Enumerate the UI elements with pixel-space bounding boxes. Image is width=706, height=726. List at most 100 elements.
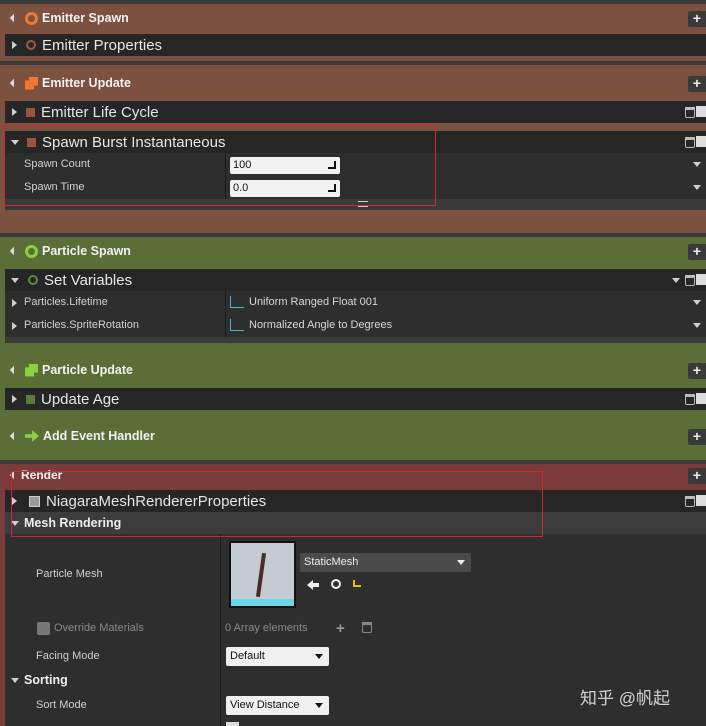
curve-icon <box>230 296 244 308</box>
checkbox[interactable] <box>696 136 706 147</box>
sprite-rotation-label: Particles.SpriteRotation <box>24 319 139 331</box>
add-event-handler-header[interactable]: Add Event Handler + <box>0 424 706 448</box>
sort-mode-value: View Distance <box>230 699 300 711</box>
particle-spawn-title: Particle Spawn <box>42 244 131 258</box>
particle-update-title: Particle Update <box>42 363 134 377</box>
collapse-triangle-icon[interactable] <box>9 365 19 375</box>
chevron-down-icon <box>457 560 465 565</box>
column-divider <box>225 291 226 314</box>
add-event-handler-title: Add Event Handler <box>43 429 155 443</box>
module-arrow-icon <box>26 394 35 404</box>
set-variables-row[interactable]: Set Variables <box>5 269 706 291</box>
mesh-floor <box>231 599 294 606</box>
emitter-update-icon <box>25 76 38 90</box>
emitter-spawn-icon <box>25 11 38 25</box>
empty-array-icon[interactable] <box>362 622 372 633</box>
override-checkbox[interactable] <box>37 622 50 635</box>
static-mesh-dropdown[interactable]: StaticMesh <box>300 553 471 572</box>
collapse-triangle-icon[interactable] <box>9 78 19 88</box>
watermark: 知乎 @帆起 <box>580 689 670 708</box>
delete-icon[interactable] <box>685 107 695 118</box>
emitter-update-header[interactable]: Emitter Update + <box>0 71 706 95</box>
event-arrow-icon <box>25 430 39 442</box>
delete-icon[interactable] <box>685 275 695 286</box>
module-icon <box>28 275 38 285</box>
update-age-label: Update Age <box>41 390 120 408</box>
dropdown-arrow-icon[interactable] <box>693 185 701 190</box>
module-icon <box>26 40 36 50</box>
column-divider <box>225 314 226 337</box>
sorting-label: Sorting <box>24 673 68 687</box>
override-materials-label: Override Materials <box>54 622 144 634</box>
delete-icon[interactable] <box>685 137 695 148</box>
expand-arrow-icon[interactable] <box>12 395 17 403</box>
emitter-update-title: Emitter Update <box>42 76 131 90</box>
highlight-box <box>4 124 436 206</box>
sort-mode-dropdown[interactable]: View Distance <box>226 696 329 715</box>
update-age-row[interactable]: Update Age <box>5 388 706 410</box>
lifetime-row: Particles.Lifetime Uniform Ranged Float … <box>5 291 706 314</box>
emitter-life-cycle-label: Emitter Life Cycle <box>41 103 159 121</box>
dropdown-arrow-icon[interactable] <box>693 300 701 305</box>
chevron-down-icon <box>315 703 323 708</box>
emitter-spawn-header[interactable]: Emitter Spawn + <box>0 6 706 30</box>
particle-spawn-icon <box>25 244 38 258</box>
checkbox[interactable] <box>696 393 706 404</box>
checkbox[interactable] <box>696 495 706 506</box>
particle-update-header[interactable]: Particle Update + <box>0 358 706 382</box>
column-divider <box>220 534 221 726</box>
array-elements-text: 0 Array elements <box>225 622 308 634</box>
particle-update-icon <box>25 363 38 377</box>
add-module-button[interactable]: + <box>688 11 706 27</box>
add-module-button[interactable]: + <box>688 363 706 379</box>
delete-icon[interactable] <box>685 394 695 405</box>
checkbox[interactable] <box>696 274 706 285</box>
sort-mode-label: Sort Mode <box>36 699 87 711</box>
expand-arrow-icon[interactable] <box>12 41 17 49</box>
dropdown-arrow-icon[interactable] <box>693 323 701 328</box>
particle-spawn-header[interactable]: Particle Spawn + <box>0 239 706 263</box>
sorting-category[interactable]: Sorting <box>5 670 220 692</box>
collapse-triangle-icon[interactable] <box>9 246 19 256</box>
facing-mode-dropdown[interactable]: Default <box>226 647 329 666</box>
emitter-properties-row[interactable]: Emitter Properties <box>5 34 706 56</box>
mesh-preview-icon <box>255 552 267 598</box>
collapse-triangle-icon[interactable] <box>9 13 19 23</box>
emitter-spawn-title: Emitter Spawn <box>42 11 129 25</box>
static-mesh-value: StaticMesh <box>304 556 359 568</box>
facing-mode-label: Facing Mode <box>36 650 100 662</box>
set-variables-label: Set Variables <box>44 271 133 289</box>
add-renderer-button[interactable]: + <box>688 468 706 484</box>
mesh-thumbnail[interactable] <box>229 541 296 608</box>
add-module-button[interactable]: + <box>688 244 706 260</box>
expand-arrow-icon[interactable] <box>12 322 17 330</box>
dropdown-arrow-icon[interactable] <box>672 278 680 283</box>
chevron-down-icon <box>315 654 323 659</box>
lifetime-label: Particles.Lifetime <box>24 296 108 308</box>
facing-mode-value: Default <box>230 650 265 662</box>
particle-mesh-label: Particle Mesh <box>36 568 103 580</box>
expand-arrow-icon[interactable] <box>12 108 17 116</box>
browse-search-icon[interactable] <box>331 579 341 589</box>
reset-icon[interactable] <box>353 580 361 587</box>
sprite-rotation-value[interactable]: Normalized Angle to Degrees <box>249 319 392 331</box>
add-element-icon[interactable]: + <box>336 620 345 637</box>
delete-icon[interactable] <box>685 496 695 507</box>
checkbox[interactable] <box>696 106 706 117</box>
emitter-properties-label: Emitter Properties <box>42 36 163 54</box>
next-checkbox[interactable] <box>226 722 239 726</box>
add-module-button[interactable]: + <box>688 76 706 92</box>
lifetime-value[interactable]: Uniform Ranged Float 001 <box>249 296 378 308</box>
add-event-button[interactable]: + <box>688 429 706 445</box>
collapse-arrow-icon[interactable] <box>11 277 19 283</box>
emitter-life-cycle-row[interactable]: Emitter Life Cycle <box>5 101 706 123</box>
module-footer <box>5 337 706 343</box>
expand-arrow-icon[interactable] <box>12 299 17 307</box>
curve-icon <box>230 319 244 331</box>
dropdown-arrow-icon[interactable] <box>693 162 701 167</box>
module-arrow-icon <box>26 107 35 117</box>
collapse-triangle-icon[interactable] <box>9 431 19 441</box>
collapse-arrow-icon[interactable] <box>11 678 19 683</box>
highlight-box <box>11 471 543 537</box>
sprite-rotation-row: Particles.SpriteRotation Normalized Angl… <box>5 314 706 337</box>
